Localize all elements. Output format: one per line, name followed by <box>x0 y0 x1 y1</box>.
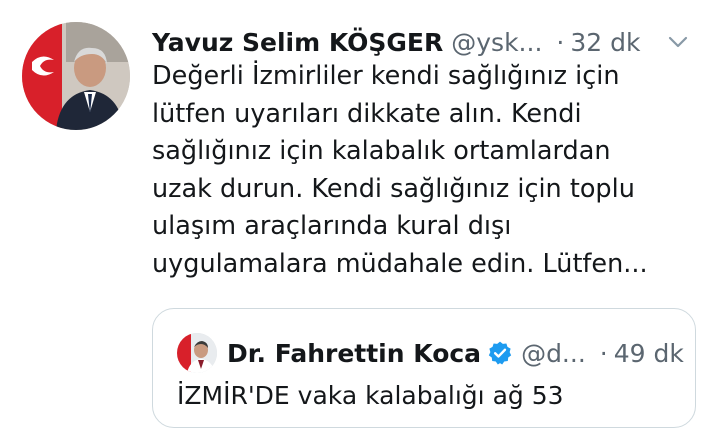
author-name[interactable]: Yavuz Selim KÖŞGER <box>152 28 443 57</box>
tweet-text-line: lütfen uyarıları dikkate alın. Kendi <box>152 98 582 129</box>
quoted-tweet-header: Dr. Fahrettin Koca @d... · 49 dk <box>227 333 687 373</box>
quoted-author-name[interactable]: Dr. Fahrettin Koca <box>227 339 481 368</box>
separator-dot: · <box>556 27 565 57</box>
tweet-time[interactable]: 32 dk <box>570 28 640 57</box>
quoted-author-avatar[interactable] <box>177 333 217 373</box>
tweet-text-line: ulaşım araçlarında kural dışı <box>152 211 512 241</box>
author-handle[interactable]: @ysk... <box>451 28 542 57</box>
tweet-text: Değerli İzmirliler kendi sağlığınız için… <box>152 58 692 283</box>
separator-dot: · <box>599 338 608 368</box>
author-avatar[interactable] <box>22 22 130 130</box>
quoted-tweet[interactable]: Dr. Fahrettin Koca @d... · 49 dk İZMİR'D… <box>152 308 696 428</box>
quoted-tweet-text: İZMİR'DE vaka kalabalığı ağ 53 <box>177 381 564 410</box>
tweet-text-line: Değerli İzmirliler kendi sağlığınız için <box>152 61 620 91</box>
tweet-text-line: uygulamalara müdahale edin. Lütfen... <box>152 248 648 279</box>
quoted-author-handle[interactable]: @d... <box>521 339 586 368</box>
chevron-down-icon[interactable] <box>664 28 692 56</box>
tweet-header: Yavuz Selim KÖŞGER @ysk... · 32 dk <box>152 24 712 60</box>
tweet-text-line: uzak durun. Kendi sağlığınız için toplu <box>152 173 635 204</box>
tweet-text-line: sağlığınız için kalabalık ortamlardan <box>152 136 611 166</box>
quoted-tweet-time[interactable]: 49 dk <box>614 339 684 368</box>
verified-badge-icon <box>488 341 512 365</box>
tweet[interactable]: Yavuz Selim KÖŞGER @ysk... · 32 dk Değer… <box>0 0 720 428</box>
